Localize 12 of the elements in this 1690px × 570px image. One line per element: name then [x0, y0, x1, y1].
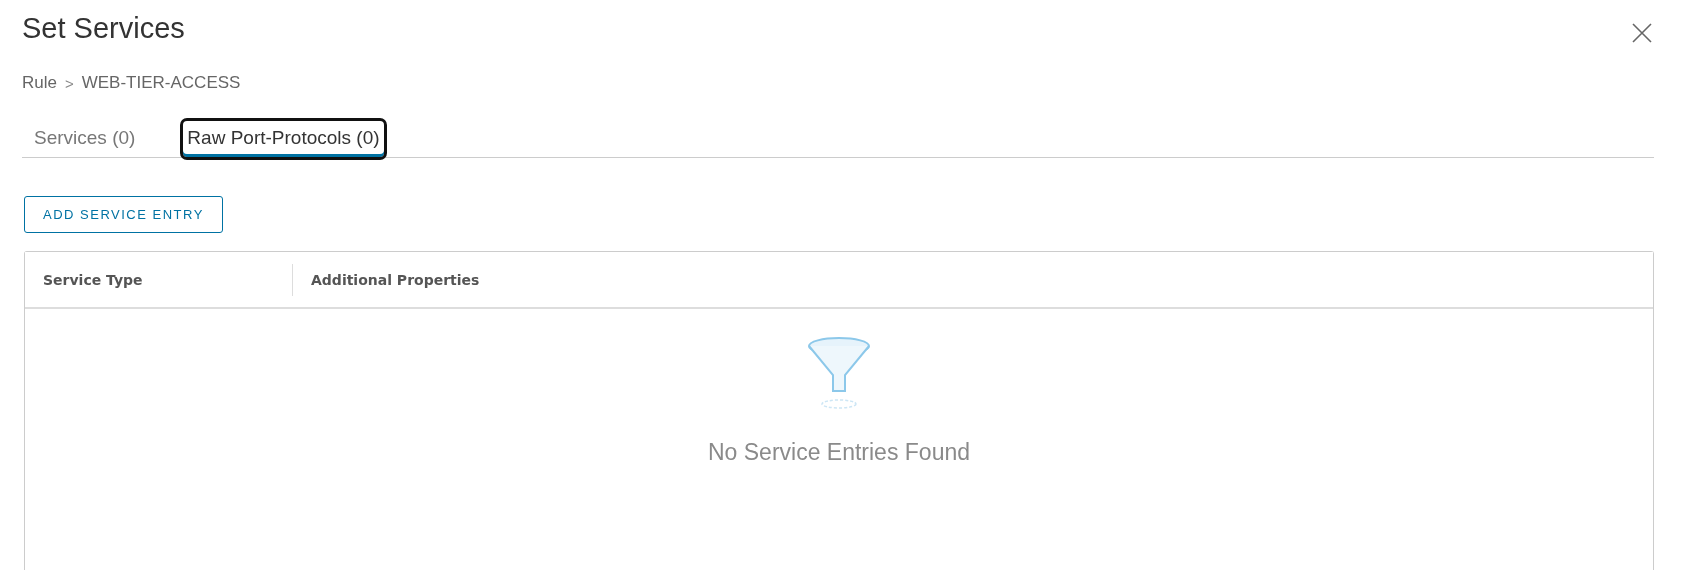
breadcrumb-current: WEB-TIER-ACCESS — [81, 73, 241, 93]
column-header[interactable]: Service Type — [25, 263, 292, 296]
close-button[interactable] — [1630, 20, 1654, 45]
breadcrumb-separator: > — [64, 74, 74, 92]
column-header[interactable]: Additional Properties — [292, 263, 1653, 296]
add-service-entry-button[interactable]: ADD SERVICE ENTRY — [24, 196, 223, 233]
dialog-title: Set Services — [22, 12, 185, 45]
tab[interactable]: Services (0) — [30, 121, 140, 157]
tab[interactable]: Raw Port-Protocols (0) — [183, 121, 384, 157]
funnel-icon — [807, 335, 871, 409]
breadcrumb-link[interactable]: Rule — [22, 73, 57, 93]
empty-message: No Service Entries Found — [707, 439, 971, 466]
